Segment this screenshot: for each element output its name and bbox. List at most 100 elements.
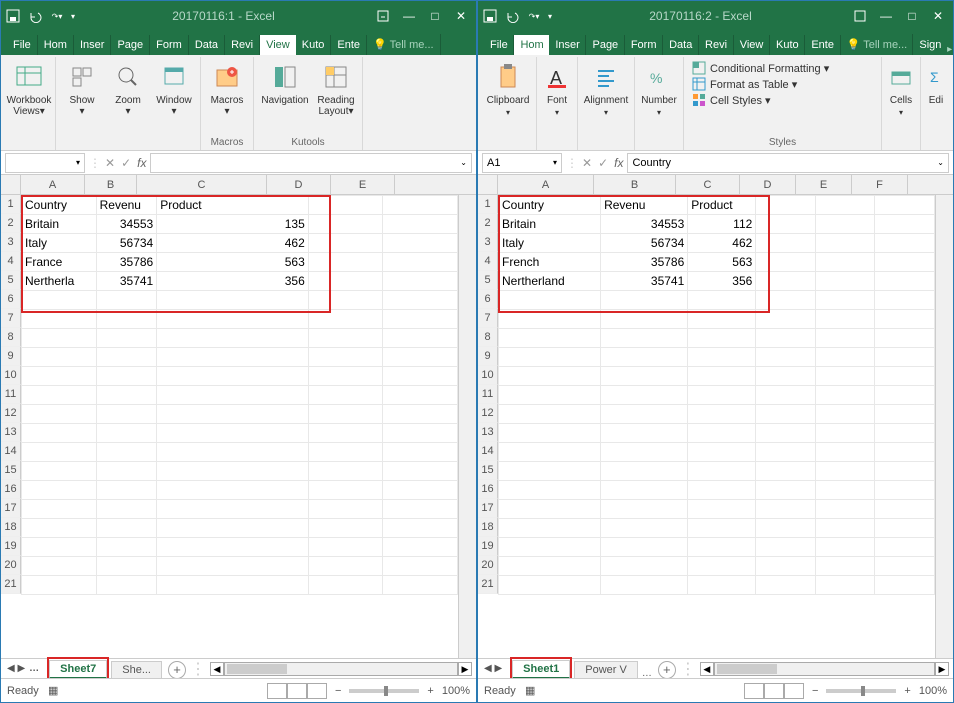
cell[interactable]	[383, 519, 458, 538]
normal-view-icon[interactable]	[267, 683, 287, 699]
cell[interactable]: Revenu	[96, 196, 157, 215]
column-header[interactable]: C	[676, 175, 740, 194]
cell[interactable]	[815, 538, 875, 557]
cell[interactable]	[601, 348, 688, 367]
cell[interactable]	[383, 234, 458, 253]
cancel-icon[interactable]: ✕	[582, 156, 592, 170]
cell[interactable]	[875, 500, 935, 519]
cell[interactable]: Nertherland	[499, 272, 601, 291]
navigation-button[interactable]: Navigation	[258, 59, 312, 137]
show-button[interactable]: Show ▾	[60, 59, 104, 137]
cell[interactable]: 56734	[96, 234, 157, 253]
row-header[interactable]: 12	[478, 404, 498, 423]
cell[interactable]	[96, 424, 157, 443]
cell[interactable]	[383, 576, 458, 595]
cell[interactable]	[601, 557, 688, 576]
zoom-slider[interactable]	[349, 689, 419, 693]
cell[interactable]	[308, 234, 383, 253]
cell[interactable]	[688, 557, 756, 576]
maximize-icon[interactable]: □	[901, 5, 923, 27]
cell[interactable]	[875, 215, 935, 234]
cell[interactable]	[815, 500, 875, 519]
cell[interactable]: 356	[157, 272, 309, 291]
cell[interactable]: Nertherla	[22, 272, 97, 291]
cell[interactable]: Italy	[499, 234, 601, 253]
save-icon[interactable]	[5, 8, 21, 24]
format-as-table-button[interactable]: Format as Table ▾	[692, 77, 829, 91]
tab-view[interactable]: View	[734, 35, 770, 55]
cell[interactable]	[875, 367, 935, 386]
cell[interactable]	[815, 367, 875, 386]
cell[interactable]	[756, 310, 816, 329]
cell[interactable]	[756, 234, 816, 253]
cells-button[interactable]: Cells▾	[886, 59, 916, 137]
cell[interactable]	[22, 462, 97, 481]
cell[interactable]	[308, 367, 383, 386]
cell[interactable]	[22, 538, 97, 557]
column-header[interactable]: D	[267, 175, 331, 194]
window-button[interactable]: Window ▾	[152, 59, 196, 137]
cell[interactable]	[157, 367, 309, 386]
cell[interactable]	[308, 386, 383, 405]
tab-home[interactable]: Hom	[38, 35, 74, 55]
page-break-icon[interactable]	[784, 683, 804, 699]
cell[interactable]	[601, 481, 688, 500]
cell[interactable]	[688, 291, 756, 310]
cell[interactable]	[383, 481, 458, 500]
more-tabs[interactable]: …	[642, 668, 652, 679]
alignment-button[interactable]: Alignment▾	[582, 59, 630, 137]
tab-insert[interactable]: Inser	[74, 35, 111, 55]
column-header[interactable]: A	[21, 175, 85, 194]
cell[interactable]	[756, 272, 816, 291]
cell[interactable]	[756, 348, 816, 367]
row-header[interactable]: 6	[1, 290, 21, 309]
cell[interactable]	[96, 405, 157, 424]
row-header[interactable]: 3	[478, 233, 498, 252]
minimize-icon[interactable]: —	[875, 5, 897, 27]
cell[interactable]	[875, 196, 935, 215]
cell[interactable]	[308, 538, 383, 557]
cell[interactable]	[22, 557, 97, 576]
cell[interactable]	[875, 310, 935, 329]
sheet-tab[interactable]: She...	[111, 661, 162, 679]
cell[interactable]	[756, 519, 816, 538]
fx-icon[interactable]: fx	[614, 156, 623, 170]
cell[interactable]	[815, 272, 875, 291]
cell[interactable]	[688, 405, 756, 424]
row-header[interactable]: 3	[1, 233, 21, 252]
tab-review[interactable]: Revi	[699, 35, 734, 55]
cell[interactable]	[383, 538, 458, 557]
select-all-corner[interactable]	[1, 175, 21, 195]
column-header[interactable]: A	[498, 175, 594, 194]
cell[interactable]	[157, 557, 309, 576]
cell[interactable]: Britain	[499, 215, 601, 234]
cell[interactable]: 56734	[601, 234, 688, 253]
cell[interactable]	[499, 291, 601, 310]
cell[interactable]	[499, 348, 601, 367]
cell[interactable]	[875, 291, 935, 310]
cell[interactable]	[499, 367, 601, 386]
cell[interactable]	[756, 538, 816, 557]
cell[interactable]	[308, 348, 383, 367]
ribbon-display-icon[interactable]	[849, 5, 871, 27]
tab-file[interactable]: File	[7, 35, 38, 55]
cell[interactable]	[688, 538, 756, 557]
row-header[interactable]: 4	[478, 252, 498, 271]
column-header[interactable]: C	[137, 175, 267, 194]
row-header[interactable]: 7	[1, 309, 21, 328]
cell[interactable]	[756, 386, 816, 405]
zoom-in-icon[interactable]: +	[427, 685, 433, 697]
cell[interactable]	[308, 215, 383, 234]
cell[interactable]: 356	[688, 272, 756, 291]
cell[interactable]	[22, 386, 97, 405]
cell[interactable]	[688, 310, 756, 329]
row-header[interactable]: 8	[1, 328, 21, 347]
row-header[interactable]: 20	[1, 556, 21, 575]
row-header[interactable]: 14	[478, 442, 498, 461]
cell[interactable]	[22, 424, 97, 443]
cell[interactable]: 135	[157, 215, 309, 234]
cell[interactable]	[499, 329, 601, 348]
cell[interactable]	[499, 386, 601, 405]
name-box[interactable]: A1▾	[482, 153, 562, 173]
undo-icon[interactable]	[27, 8, 43, 24]
